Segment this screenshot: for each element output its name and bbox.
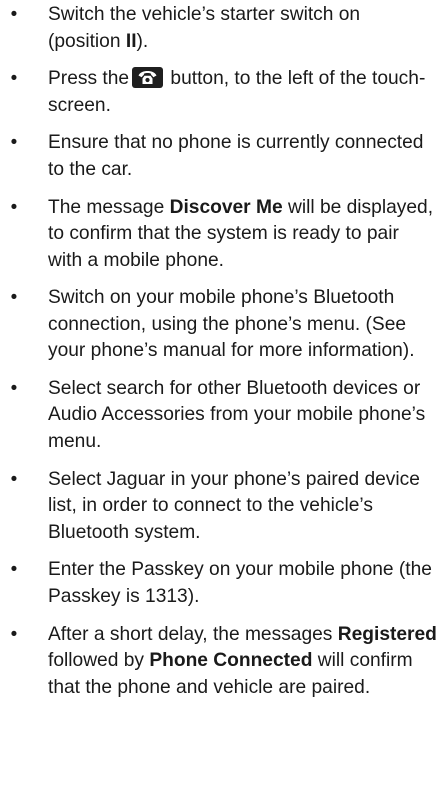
list-item-step-2: • Press the button, to the left of the t… — [0, 66, 443, 119]
step-text: Enter the Passkey on your mobile phone (… — [48, 559, 432, 607]
step-bold-text: Registered — [337, 623, 437, 645]
bullet-icon: • — [10, 68, 18, 90]
step-text: Select search for other Bluetooth device… — [48, 377, 426, 452]
instruction-page: • Switch the vehicle’s starter switch on… — [0, 0, 443, 793]
step-bold-text: II — [125, 30, 137, 52]
list-item-step-9: • After a short delay, the messages Regi… — [0, 622, 443, 702]
step-text: Switch on your mobile phone’s Bluetooth … — [48, 287, 415, 362]
list-item-step-6: • Select search for other Bluetooth devi… — [0, 376, 443, 456]
list-item-step-1: • Switch the vehicle’s starter switch on… — [0, 2, 443, 55]
bullet-icon: • — [10, 377, 18, 399]
list-item-step-7: • Select Jaguar in your phone’s paired d… — [0, 467, 443, 547]
bullet-icon: • — [10, 287, 18, 309]
step-text: After a short delay, the messages — [48, 623, 338, 645]
list-item-step-5: • Switch on your mobile phone’s Bluetoot… — [0, 285, 443, 365]
bullet-icon: • — [10, 623, 18, 645]
bullet-icon: • — [10, 196, 18, 218]
pairing-steps-list: • Switch the vehicle’s starter switch on… — [0, 2, 443, 712]
step-text: Switch the vehicle’s starter switch on (… — [48, 4, 361, 52]
step-text: Ensure that no phone is currently connec… — [48, 132, 424, 180]
step-text: followed by — [48, 650, 150, 671]
step-bold-text: Phone Connected — [149, 650, 313, 671]
step-text: ). — [136, 30, 149, 52]
phone-button-icon — [132, 67, 164, 89]
list-item-step-4: • The message Discover Me will be displa… — [0, 195, 443, 275]
step-bold-text: Discover Me — [169, 196, 283, 218]
list-item-step-8: • Enter the Passkey on your mobile phone… — [0, 557, 443, 610]
bullet-icon: • — [10, 559, 18, 581]
bullet-icon: • — [10, 468, 18, 490]
step-text: The message — [48, 196, 170, 218]
bullet-icon: • — [10, 132, 18, 154]
bullet-icon: • — [10, 4, 18, 25]
list-item-step-3: • Ensure that no phone is currently conn… — [0, 130, 443, 183]
step-text: Select Jaguar in your phone’s paired dev… — [48, 468, 420, 543]
step-text: Press the — [48, 68, 130, 90]
